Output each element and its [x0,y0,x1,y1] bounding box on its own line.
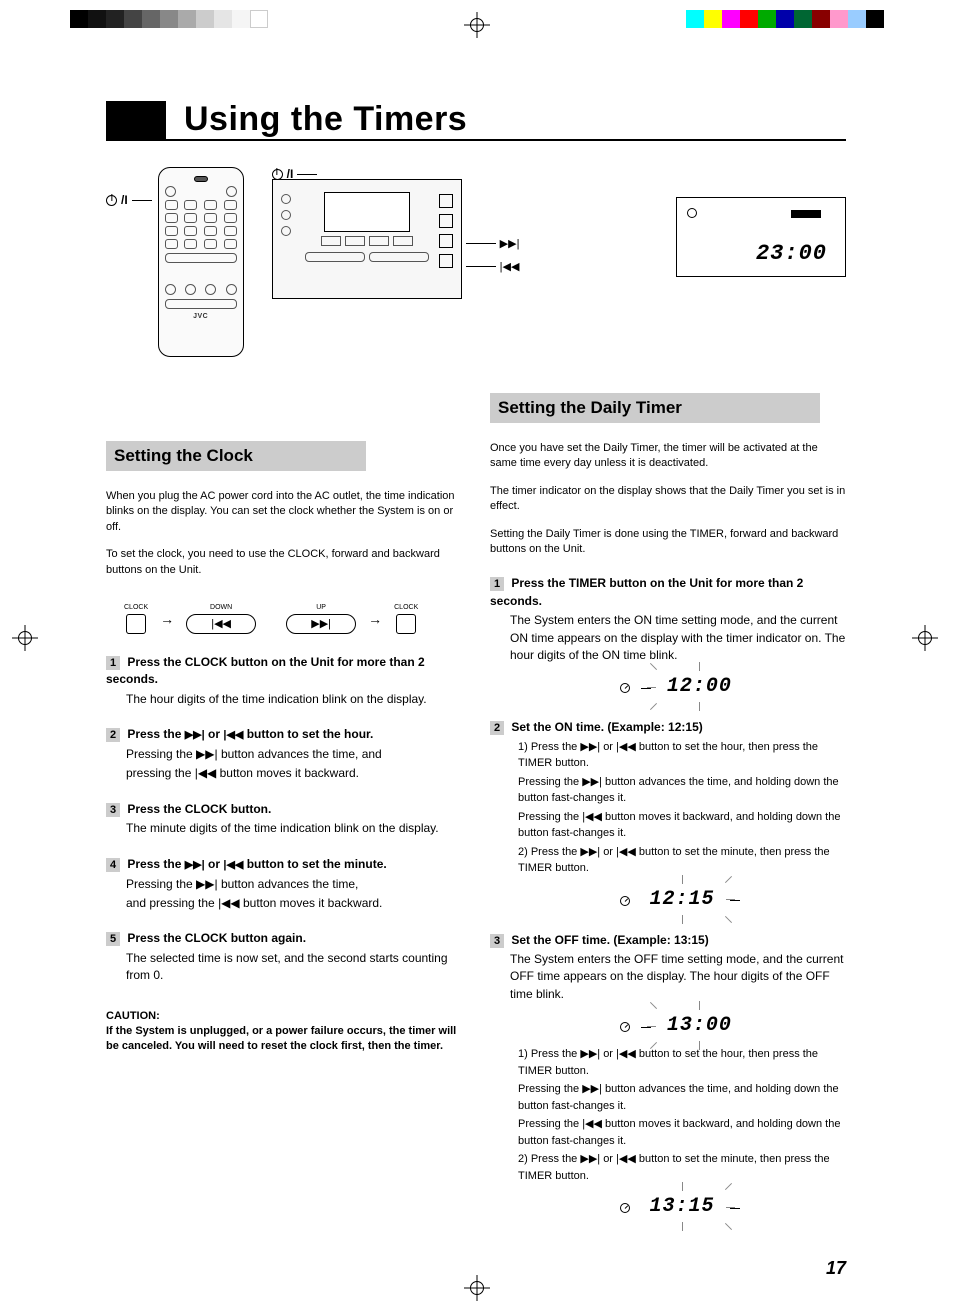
step-body: The minute digits of the time indication… [126,820,462,837]
timer-intro-2: The timer indicator on the display shows… [490,484,846,515]
arrow-icon: → [160,611,174,627]
left-column: Setting the Clock When you plug the AC p… [106,393,462,1239]
timer-intro-3: Setting the Daily Timer is done using th… [490,527,846,558]
power-icon [272,169,283,180]
timer-intro-1: Once you have set the Daily Timer, the t… [490,441,846,472]
step-head: Press the TIMER button on the Unit for m… [490,576,803,607]
step-head: Press the ▶▶| or |◀◀ button to set the m… [127,857,386,871]
step-body: The hour digits of the time indication b… [126,691,462,708]
step-body: Pressing the ▶▶| button advances the tim… [126,746,462,783]
mini-display: 13:15 [516,1192,846,1221]
step-item: 1 Press the TIMER button on the Unit for… [490,575,846,701]
remote-diagram: /I JVC [106,167,244,357]
caution-body: If the System is unplugged, or a power f… [106,1024,462,1055]
printer-color-bar [686,10,884,28]
brand-label: JVC [165,313,237,320]
step-body: The System enters the OFF time setting m… [510,951,846,1003]
clock-steps: 1 Press the CLOCK button on the Unit for… [106,654,462,985]
timer-steps: 1 Press the TIMER button on the Unit for… [490,575,846,1221]
step-number: 2 [106,728,120,742]
step-head: Press the CLOCK button again. [127,931,306,945]
remote-control-figure: JVC [158,167,244,357]
right-column: Setting the Daily Timer Once you have se… [490,393,846,1239]
display-time: 23:00 [756,241,827,266]
step-body-lines: 1) Press the ▶▶| or |◀◀ button to set th… [518,1046,846,1184]
unit-front-figure [272,179,462,299]
step-item: 1 Press the CLOCK button on the Unit for… [106,654,462,708]
step-body: The selected time is now set, and the se… [126,950,462,985]
fwd-icon: ▶▶| [500,237,520,250]
unit-button-leaders: ▶▶| |◀◀ [466,237,520,273]
section-header-timer: Setting the Daily Timer [490,393,820,423]
step-head: Press the CLOCK button on the Unit for m… [106,655,425,686]
clock-button-sequence: CLOCK → DOWN|◀◀ UP▶▶| → CLOCK [124,604,462,634]
mini-display-value: 12:00 [657,672,742,701]
mini-display: 12:00 [516,672,846,701]
step-head: Press the CLOCK button. [127,802,271,816]
page-title: Using the Timers [184,100,467,139]
timer-icon [620,1203,630,1213]
display-panel-figure: 23:00 [676,197,846,277]
back-icon: |◀◀ [223,729,243,741]
step-number: 1 [490,577,504,591]
back-icon: |◀◀ [223,859,243,871]
step-body: 1) Press the ▶▶| or |◀◀ button to set th… [518,739,846,877]
timer-icon [620,1022,630,1032]
clock-button-icon [396,614,416,634]
arrow-icon: → [368,611,382,627]
title-block-icon [106,101,166,139]
power-icon [106,195,117,206]
step-item: 2 Set the ON time. (Example: 12:15) 1) P… [490,719,846,913]
fwd-icon: ▶▶| [185,729,205,741]
step-number: 5 [106,932,120,946]
unit-front-diagram: /I ▶▶| |◀◀ [272,167,520,299]
power-label-remote: /I [106,193,152,207]
back-icon: |◀◀ [500,260,520,273]
step-number: 1 [106,656,120,670]
step-item: 3 Press the CLOCK button. The minute dig… [106,801,462,838]
step-number: 2 [490,721,504,735]
printer-grayscale-bar [70,10,268,28]
diagram-row: /I JVC /I [106,167,846,357]
page-title-row: Using the Timers [106,100,846,141]
page-number: 17 [826,1258,846,1279]
step-body: Pressing the ▶▶| button advances the tim… [126,876,462,913]
clock-button-icon [126,614,146,634]
step-head: Set the ON time. (Example: 12:15) [511,720,702,734]
mini-display-value: 13:00 [657,1011,742,1040]
back-button-icon: |◀◀ [186,614,256,634]
fwd-button-icon: ▶▶| [286,614,356,634]
mini-display-value: 12:15 [639,885,724,914]
mini-display: 13:00 [516,1011,846,1040]
step-number: 4 [106,858,120,872]
mini-display: 12:15 [516,885,846,914]
step-number: 3 [106,803,120,817]
registration-mark-icon [464,1275,490,1301]
mini-display-value: 13:15 [639,1192,724,1221]
clock-seq-desc: To set the clock, you need to use the CL… [106,547,462,578]
section-header-clock: Setting the Clock [106,441,366,471]
step-item: 3 Set the OFF time. (Example: 13:15) The… [490,932,846,1222]
clock-intro: When you plug the AC power cord into the… [106,489,462,535]
step-item: 2 Press the ▶▶| or |◀◀ button to set the… [106,726,462,783]
caution-block: CAUTION: If the System is unplugged, or … [106,1009,462,1055]
step-item: 5 Press the CLOCK button again. The sele… [106,930,462,984]
step-head: Set the OFF time. (Example: 13:15) [511,933,708,947]
timer-icon [620,896,630,906]
registration-mark-icon [12,625,38,651]
caution-head: CAUTION: [106,1009,462,1024]
timer-icon [620,683,630,693]
step-body: The System enters the ON time setting mo… [510,612,846,664]
step-item: 4 Press the ▶▶| or |◀◀ button to set the… [106,856,462,913]
step-number: 3 [490,934,504,948]
fwd-icon: ▶▶| [185,859,205,871]
step-head: Press the ▶▶| or |◀◀ button to set the h… [127,727,373,741]
registration-mark-icon [912,625,938,651]
registration-mark-icon [464,12,490,38]
